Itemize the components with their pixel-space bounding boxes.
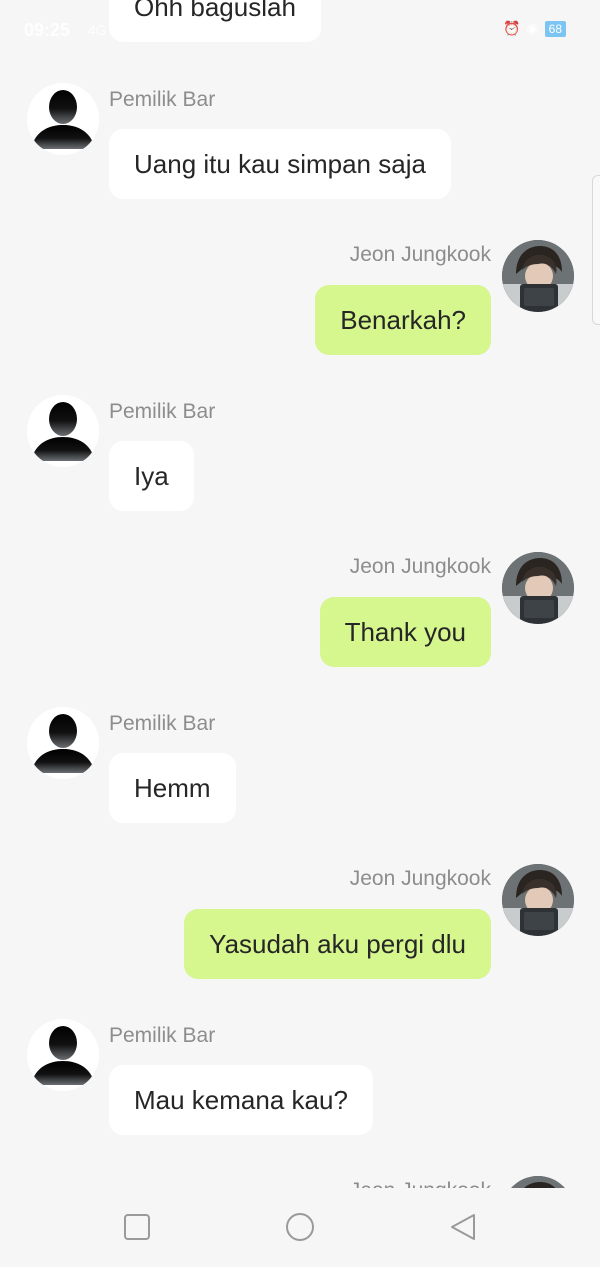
home-button[interactable] bbox=[285, 1212, 315, 1242]
profile-photo-icon bbox=[502, 1176, 574, 1188]
navigation-bar bbox=[0, 1188, 600, 1267]
sender-name: Jeon Jungkook bbox=[349, 555, 491, 578]
avatar-owner[interactable] bbox=[27, 395, 99, 467]
chat-message-list[interactable]: Ohh baguslah Pemilik Bar Uang itu kau si… bbox=[0, 0, 600, 1188]
message-bubble[interactable]: Yasudah aku pergi dlu bbox=[184, 909, 491, 979]
sender-name: Pemilik Bar bbox=[109, 712, 216, 735]
profile-photo-icon bbox=[502, 240, 574, 312]
avatar-me[interactable] bbox=[502, 1176, 574, 1188]
scroll-handle[interactable] bbox=[592, 175, 600, 325]
message-bubble[interactable]: Iya bbox=[109, 441, 194, 511]
square-icon bbox=[124, 1214, 150, 1240]
triangle-back-icon bbox=[451, 1214, 475, 1240]
avatar-me[interactable] bbox=[502, 552, 574, 624]
sender-name: Jeon Jungkook bbox=[349, 867, 491, 890]
silhouette-avatar-icon bbox=[27, 395, 99, 467]
message-bubble[interactable]: Uang itu kau simpan saja bbox=[109, 129, 451, 199]
silhouette-avatar-icon bbox=[27, 83, 99, 155]
sender-name: Pemilik Bar bbox=[109, 400, 216, 423]
message-bubble[interactable]: Benarkah? bbox=[315, 285, 491, 355]
sender-name: Jeon Jungkook bbox=[349, 243, 491, 266]
avatar-owner[interactable] bbox=[27, 707, 99, 779]
sender-name: Pemilik Bar bbox=[109, 1024, 216, 1047]
message-bubble-partial: Ohh baguslah bbox=[109, 0, 321, 42]
message-bubble[interactable]: Mau kemana kau? bbox=[109, 1065, 373, 1135]
recent-apps-button[interactable] bbox=[122, 1212, 152, 1242]
avatar-owner[interactable] bbox=[27, 1019, 99, 1091]
message-bubble[interactable]: Thank you bbox=[319, 597, 491, 667]
sender-name: Pemilik Bar bbox=[109, 88, 216, 111]
profile-photo-icon bbox=[502, 864, 574, 936]
back-button[interactable] bbox=[448, 1212, 478, 1242]
avatar-owner[interactable] bbox=[27, 83, 99, 155]
sender-name: Jeon Jungkook bbox=[350, 1179, 491, 1188]
silhouette-avatar-icon bbox=[27, 707, 99, 779]
circle-icon bbox=[286, 1213, 314, 1241]
message-bubble[interactable]: Hemm bbox=[109, 753, 236, 823]
profile-photo-icon bbox=[502, 552, 574, 624]
avatar-me[interactable] bbox=[502, 240, 574, 312]
chat-screen: Ohh baguslah Pemilik Bar Uang itu kau si… bbox=[0, 0, 600, 1267]
silhouette-avatar-icon bbox=[27, 1019, 99, 1091]
avatar-me[interactable] bbox=[502, 864, 574, 936]
